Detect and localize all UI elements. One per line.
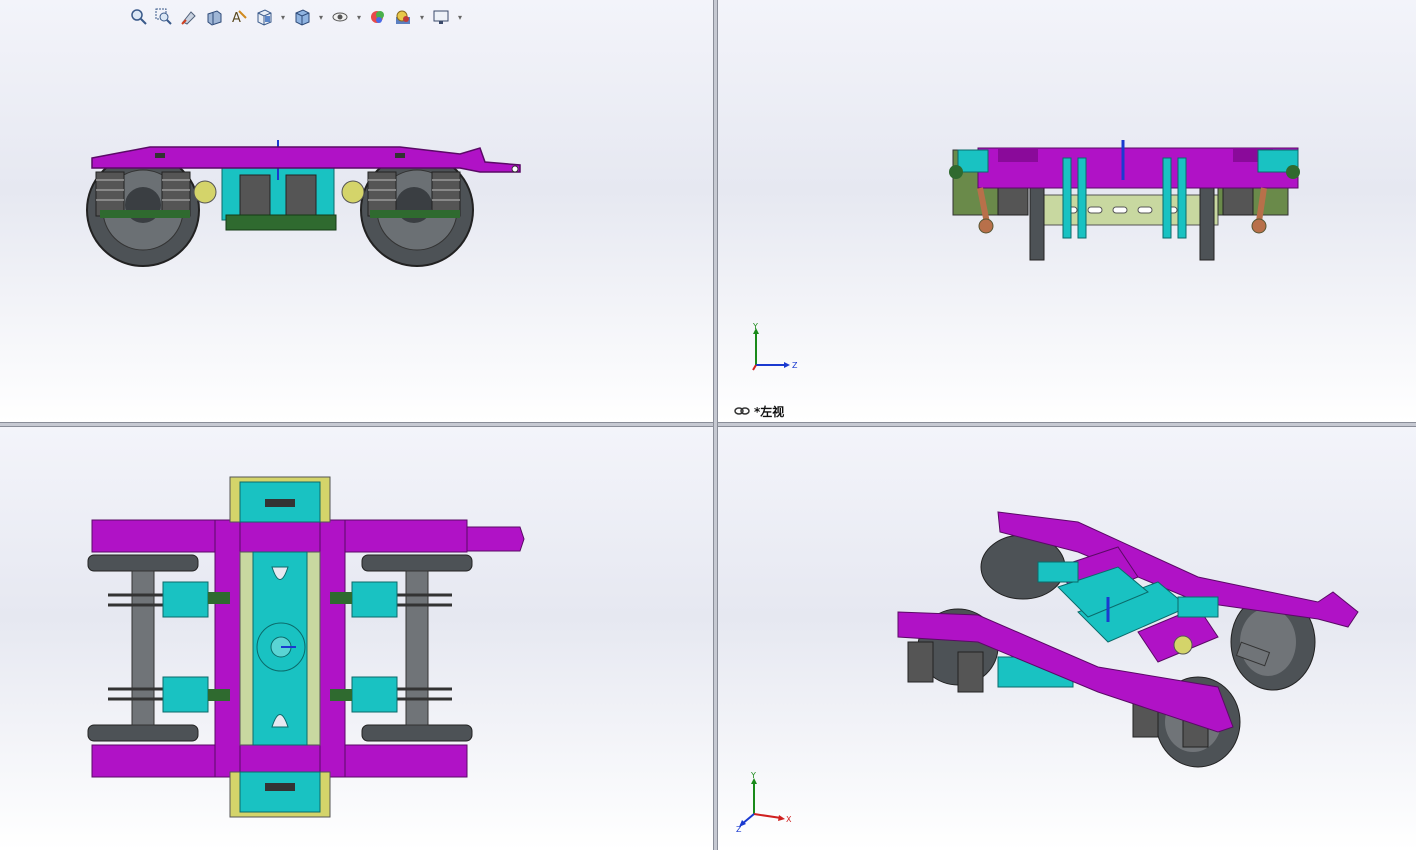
view-name-label: *左视 bbox=[754, 405, 785, 419]
horizontal-viewport-splitter[interactable] bbox=[0, 422, 1416, 427]
bogie-isometric-model bbox=[897, 511, 1359, 768]
triad-z-label: Z bbox=[736, 825, 742, 834]
viewport-front[interactable]: A ▾ ▾ ▾ ▾ ▾ bbox=[0, 0, 713, 422]
triad-y-label: Y bbox=[752, 322, 758, 331]
triad-x-label: X bbox=[786, 815, 792, 824]
link-view-icon[interactable] bbox=[734, 405, 750, 419]
coordinate-triad: Y X Z bbox=[736, 772, 792, 834]
bogie-front-view-model bbox=[86, 140, 521, 267]
viewport-left-view[interactable]: Y Z *左视 bbox=[718, 0, 1416, 422]
coordinate-triad: Y Z bbox=[752, 322, 798, 371]
vertical-viewport-splitter[interactable] bbox=[713, 0, 718, 850]
viewport-isometric[interactable]: Y X Z bbox=[718, 427, 1416, 850]
viewport-top-view[interactable] bbox=[0, 427, 713, 850]
triad-z-label: Z bbox=[792, 361, 798, 370]
viewport-label: *左视 bbox=[734, 403, 784, 420]
bogie-top-view-model bbox=[87, 476, 525, 818]
bogie-left-view-model bbox=[949, 140, 1300, 261]
triad-y-label: Y bbox=[750, 772, 756, 780]
